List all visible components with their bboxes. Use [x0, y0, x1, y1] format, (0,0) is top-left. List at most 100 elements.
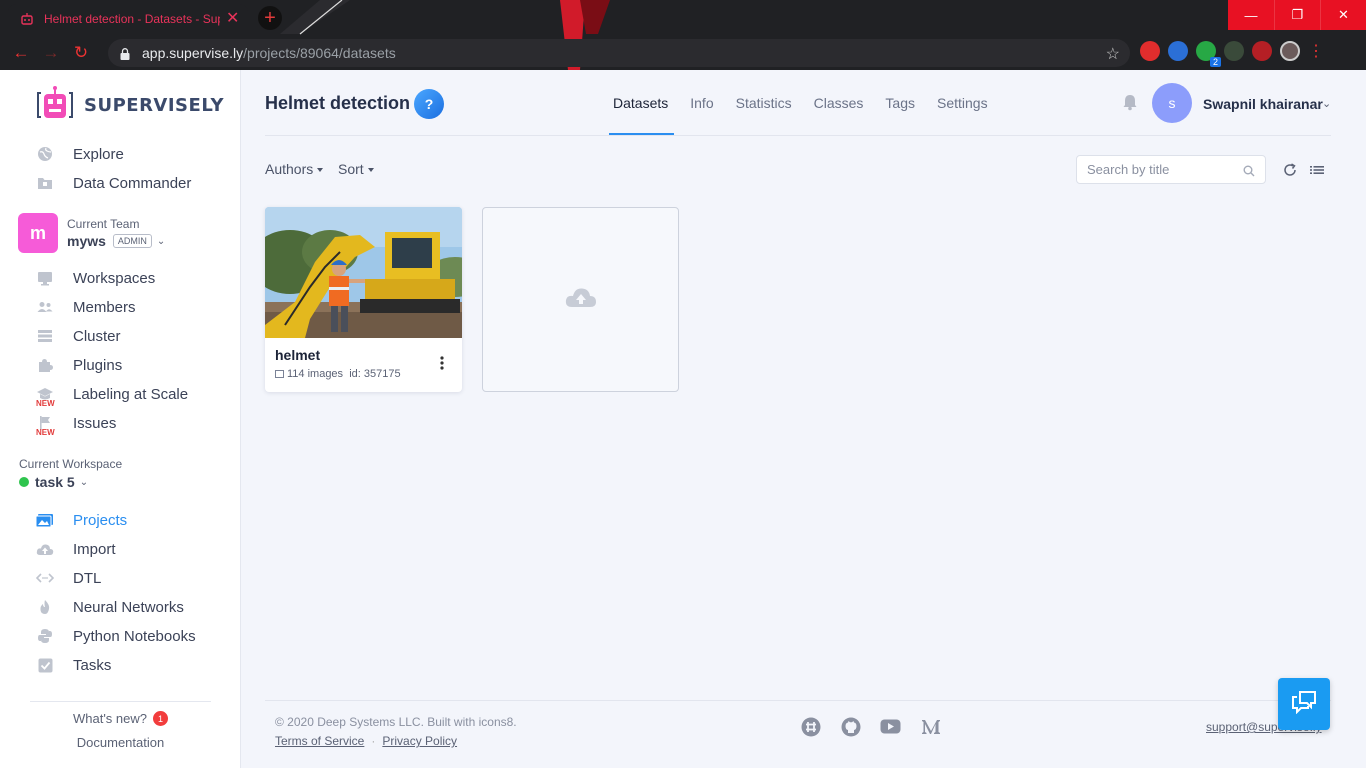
- chat-support-button[interactable]: [1278, 678, 1330, 730]
- server-icon: [36, 327, 54, 345]
- user-name[interactable]: Swapnil khairanar: [1203, 96, 1323, 112]
- tab-statistics[interactable]: Statistics: [736, 95, 792, 111]
- address-bar[interactable]: app.supervise.ly/projects/89064/datasets…: [108, 39, 1130, 67]
- close-window-icon[interactable]: ✕: [1320, 0, 1366, 30]
- workspace-selector[interactable]: task 5 ⌄: [19, 474, 88, 490]
- workspace-caption: Current Workspace: [19, 457, 123, 471]
- youtube-icon[interactable]: [880, 716, 901, 737]
- authors-filter[interactable]: Authors: [265, 161, 324, 177]
- team-info: Current Team myws ADMIN ⌄: [67, 217, 165, 249]
- puzzle-icon: [36, 356, 54, 374]
- sidebar-item-workspaces[interactable]: Workspaces: [36, 266, 155, 290]
- medium-icon[interactable]: [920, 716, 941, 737]
- team-selector[interactable]: m Current Team myws ADMIN ⌄: [18, 213, 165, 253]
- restore-icon[interactable]: ❐: [1274, 0, 1320, 30]
- team-caption: Current Team: [67, 217, 140, 231]
- whats-new-label: What's new?: [72, 711, 147, 726]
- privacy-link[interactable]: Privacy Policy: [382, 734, 457, 748]
- sidebar-item-python-notebooks[interactable]: Python Notebooks: [36, 624, 196, 648]
- images-icon: [36, 511, 54, 529]
- upload-dataset-card[interactable]: [482, 207, 679, 392]
- sidebar-item-label: Projects: [73, 511, 128, 529]
- terms-link[interactable]: Terms of Service: [275, 734, 364, 748]
- workspace-name: task 5: [35, 474, 75, 490]
- forward-arrow-icon[interactable]: →: [36, 38, 66, 68]
- tab-datasets[interactable]: Datasets: [613, 95, 668, 111]
- profile-avatar[interactable]: [1280, 41, 1300, 61]
- github-icon[interactable]: [840, 716, 861, 737]
- reload-icon[interactable]: ↻: [66, 38, 96, 68]
- link-separator: ·: [371, 734, 376, 748]
- new-tab-button[interactable]: +: [258, 6, 282, 30]
- sort-dropdown-label: Sort: [338, 161, 364, 177]
- sidebar-item-plugins[interactable]: Plugins: [36, 353, 122, 377]
- graduation-icon: NEW: [36, 385, 55, 408]
- role-badge: ADMIN: [112, 234, 152, 248]
- sidebar-item-label: Neural Networks: [73, 598, 184, 616]
- list-view-icon[interactable]: [1309, 162, 1325, 178]
- sidebar-item-labeling-at-scale[interactable]: NEW Labeling at Scale: [36, 382, 188, 409]
- monitor-icon: [36, 269, 54, 287]
- tab-classes[interactable]: Classes: [814, 95, 864, 111]
- dataset-card[interactable]: helmet 114 images id: 357175: [265, 207, 462, 392]
- sidebar-item-label: Python Notebooks: [73, 627, 196, 645]
- sidebar-item-neural-networks[interactable]: Neural Networks: [36, 595, 184, 619]
- sidebar-item-import[interactable]: Import: [36, 537, 116, 561]
- search-input[interactable]: [1087, 162, 1237, 177]
- whats-new-link[interactable]: What's new? 1: [0, 711, 241, 726]
- tab-close-icon[interactable]: ✕: [226, 11, 239, 27]
- dataset-thumbnail[interactable]: [265, 207, 462, 338]
- notification-count-badge: 1: [153, 711, 168, 726]
- new-badge: NEW: [36, 399, 55, 408]
- new-badge: NEW: [36, 428, 55, 437]
- help-button[interactable]: ?: [414, 89, 444, 119]
- chevron-down-icon: ⌄: [79, 476, 89, 488]
- social-links: [800, 716, 941, 737]
- browser-menu-icon[interactable]: ⋮: [1308, 41, 1324, 61]
- sidebar-item-data-commander[interactable]: Data Commander: [36, 171, 191, 195]
- image-count-icon: [275, 370, 284, 378]
- sidebar-item-tasks[interactable]: Tasks: [36, 653, 111, 677]
- bookmark-star-icon[interactable]: ☆: [1106, 44, 1120, 64]
- browser-chrome: Helmet detection - Datasets - Supervisel…: [0, 0, 1366, 70]
- gear-extension-icon[interactable]: [1168, 41, 1188, 61]
- key-extension-icon[interactable]: [1224, 41, 1244, 61]
- more-vertical-icon[interactable]: [440, 355, 444, 371]
- browser-tab[interactable]: Helmet detection - Datasets - Supervisel…: [8, 4, 248, 34]
- sort-dropdown[interactable]: Sort: [338, 161, 374, 177]
- chevron-down-icon[interactable]: ⌄: [1322, 97, 1331, 110]
- tab-title: Helmet detection - Datasets - Supervisel…: [44, 12, 220, 26]
- user-avatar[interactable]: s: [1152, 83, 1192, 123]
- minimize-icon[interactable]: —: [1228, 0, 1274, 30]
- caret-down-icon: [367, 168, 374, 173]
- checkbox-icon: [36, 656, 54, 674]
- puzzle-extension-icon[interactable]: [1252, 41, 1272, 61]
- bell-icon[interactable]: [1121, 93, 1139, 111]
- search-icon[interactable]: [1243, 164, 1255, 182]
- download-extension-icon[interactable]: 2: [1196, 41, 1221, 67]
- back-arrow-icon[interactable]: ←: [6, 38, 36, 68]
- sidebar-item-label: Explore: [73, 145, 124, 163]
- status-dot-icon: [19, 477, 29, 487]
- sidebar-item-members[interactable]: Members: [36, 295, 136, 319]
- sidebar-item-projects[interactable]: Projects: [36, 508, 127, 532]
- sidebar-item-explore[interactable]: Explore: [36, 142, 124, 166]
- logo[interactable]: SUPERVISELY: [34, 86, 224, 125]
- sidebar-item-label: Members: [73, 298, 136, 316]
- sidebar-item-issues[interactable]: NEW Issues: [36, 411, 116, 438]
- sidebar-item-cluster[interactable]: Cluster: [36, 324, 121, 348]
- sidebar-item-dtl[interactable]: DTL: [36, 566, 101, 590]
- tab-info[interactable]: Info: [690, 95, 713, 111]
- authors-filter-label: Authors: [265, 161, 314, 177]
- code-icon: [36, 569, 54, 587]
- refresh-icon[interactable]: [1282, 162, 1298, 178]
- tab-settings[interactable]: Settings: [937, 95, 988, 111]
- supervisely-favicon-icon: [20, 12, 34, 26]
- tab-tags[interactable]: Tags: [885, 95, 915, 111]
- adblock-extension-icon[interactable]: [1140, 41, 1160, 61]
- documentation-link[interactable]: Documentation: [0, 735, 241, 750]
- window-controls: — ❐ ✕: [1228, 0, 1366, 30]
- sidebar-item-label: Cluster: [73, 327, 121, 345]
- slack-icon[interactable]: [800, 716, 821, 737]
- team-name-row: myws ADMIN ⌄: [67, 233, 165, 249]
